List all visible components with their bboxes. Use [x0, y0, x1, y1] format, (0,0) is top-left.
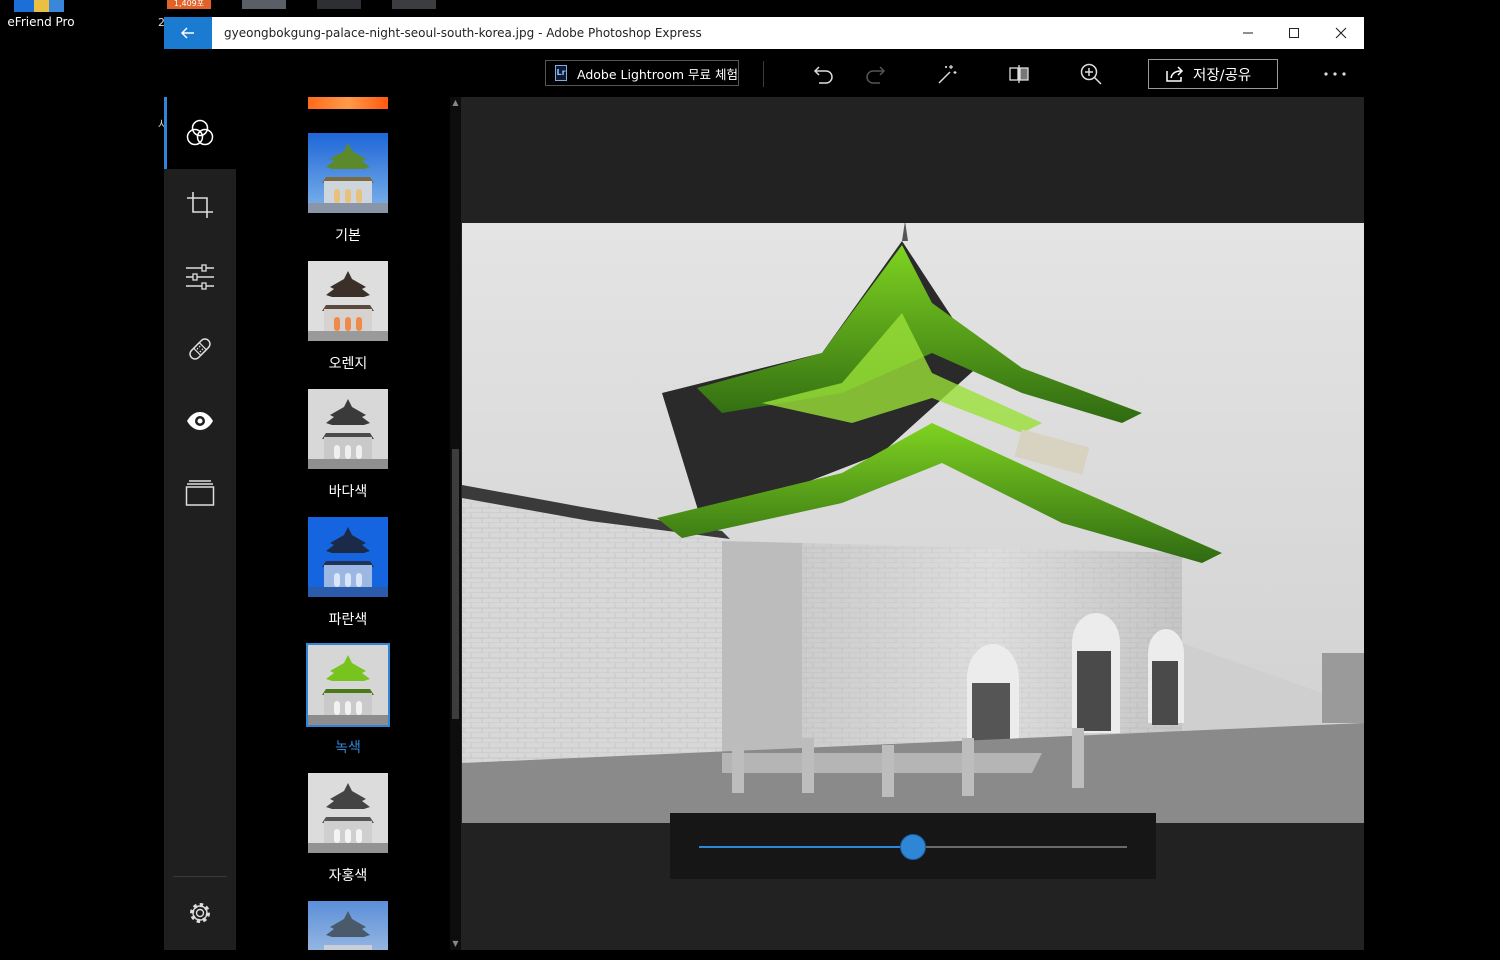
look-label: 바다색 — [328, 484, 368, 500]
desktop-icon-efriend[interactable]: eFriend Pro — [0, 0, 82, 34]
share-icon — [1166, 66, 1184, 82]
intensity-slider-panel — [670, 813, 1156, 879]
more-icon — [1324, 72, 1346, 76]
save-share-label: 저장/공유 — [1193, 67, 1252, 84]
eye-icon — [187, 412, 213, 430]
slider-fill — [699, 846, 913, 848]
healing-icon — [189, 338, 211, 360]
look-label: 파란색 — [328, 612, 368, 628]
taskbar-thumbnail[interactable] — [317, 0, 361, 9]
redo-icon — [866, 66, 886, 84]
compare-button[interactable] — [1005, 61, 1033, 87]
look-item[interactable] — [308, 133, 388, 213]
close-button[interactable] — [1318, 17, 1364, 49]
taskbar-thumbnail[interactable] — [242, 0, 286, 9]
toolbar-divider — [763, 61, 764, 87]
settings-icon — [190, 903, 210, 923]
look-thumbnail — [308, 133, 388, 213]
look-thumbnail — [308, 773, 388, 853]
looks-scrollbar[interactable]: ▲ ▼ — [450, 97, 461, 950]
zoom-in-icon — [1080, 63, 1102, 85]
settings-button[interactable] — [164, 881, 236, 945]
crop-tool-button[interactable] — [164, 173, 236, 237]
undo-button[interactable] — [810, 61, 838, 87]
minimize-button[interactable] — [1225, 17, 1271, 49]
maximize-button[interactable] — [1271, 17, 1317, 49]
scrollbar-thumb[interactable] — [452, 449, 459, 719]
look-item[interactable] — [308, 389, 388, 469]
looks-panel: 기본 오렌지 바다색 파란색 녹색 자홍색 — [236, 97, 461, 950]
looks-tool-button[interactable] — [164, 101, 236, 165]
title-bar: gyeongbokgung-palace-night-seoul-south-k… — [164, 17, 1364, 49]
look-label: 기본 — [335, 228, 361, 244]
compare-icon — [1009, 65, 1029, 83]
look-item[interactable] — [308, 261, 388, 341]
scroll-up-arrow-icon[interactable]: ▲ — [450, 97, 461, 109]
image-canvas — [461, 97, 1364, 950]
back-button[interactable] — [164, 17, 212, 49]
look-item-partial[interactable] — [308, 901, 388, 950]
back-arrow-icon — [181, 27, 194, 39]
top-toolbar: Lr Adobe Lightroom 무료 체험 저장/공유 — [164, 49, 1364, 97]
more-options-button[interactable] — [1320, 61, 1350, 87]
look-thumbnail — [308, 901, 388, 950]
borders-tool-button[interactable] — [164, 461, 236, 525]
maximize-icon — [1289, 28, 1299, 38]
look-label-selected: 녹색 — [335, 740, 361, 756]
look-item[interactable] — [308, 773, 388, 853]
look-thumbnail — [308, 261, 388, 341]
slider-thumb[interactable] — [900, 834, 926, 860]
auto-fix-icon — [938, 65, 957, 84]
minimize-icon — [1243, 32, 1253, 34]
look-thumbnail — [308, 97, 388, 109]
taskbar-thumbnail[interactable] — [392, 0, 436, 9]
zoom-in-button[interactable] — [1077, 61, 1105, 87]
look-thumbnail — [308, 389, 388, 469]
close-icon — [1335, 27, 1347, 39]
look-thumbnail — [308, 517, 388, 597]
app-window: gyeongbokgung-palace-night-seoul-south-k… — [164, 17, 1364, 950]
look-label: 자홍색 — [328, 868, 368, 884]
redo-button[interactable] — [861, 61, 889, 87]
look-label: 오렌지 — [328, 356, 368, 372]
edited-photo — [462, 223, 1364, 823]
tool-rail — [164, 97, 236, 950]
adjustments-tool-button[interactable] — [164, 245, 236, 309]
adjustments-icon — [186, 264, 214, 290]
taskbar-thumbnail[interactable]: 1,409포 — [167, 0, 211, 9]
intensity-slider[interactable] — [699, 834, 1127, 860]
look-item[interactable] — [308, 517, 388, 597]
desktop-icon-label: eFriend Pro — [7, 15, 75, 29]
look-item-selected[interactable] — [306, 643, 390, 727]
lightroom-trial-label: Adobe Lightroom 무료 체험 — [577, 66, 738, 82]
scroll-down-arrow-icon[interactable]: ▼ — [450, 938, 461, 950]
lightroom-badge-icon: Lr — [555, 65, 567, 81]
crop-icon — [187, 192, 213, 218]
look-thumbnail — [306, 643, 390, 727]
efriend-app-icon — [14, 0, 64, 12]
undo-icon — [813, 66, 833, 84]
healing-tool-button[interactable] — [164, 317, 236, 381]
window-title: gyeongbokgung-palace-night-seoul-south-k… — [224, 26, 702, 40]
red-eye-tool-button[interactable] — [164, 389, 236, 453]
looks-icon — [186, 119, 214, 146]
borders-icon — [185, 480, 215, 506]
look-item-partial[interactable] — [308, 97, 388, 109]
save-share-button[interactable]: 저장/공유 — [1148, 59, 1278, 89]
rail-divider — [173, 876, 227, 877]
auto-fix-button[interactable] — [933, 61, 961, 87]
lightroom-trial-button[interactable]: Lr Adobe Lightroom 무료 체험 — [545, 60, 739, 86]
